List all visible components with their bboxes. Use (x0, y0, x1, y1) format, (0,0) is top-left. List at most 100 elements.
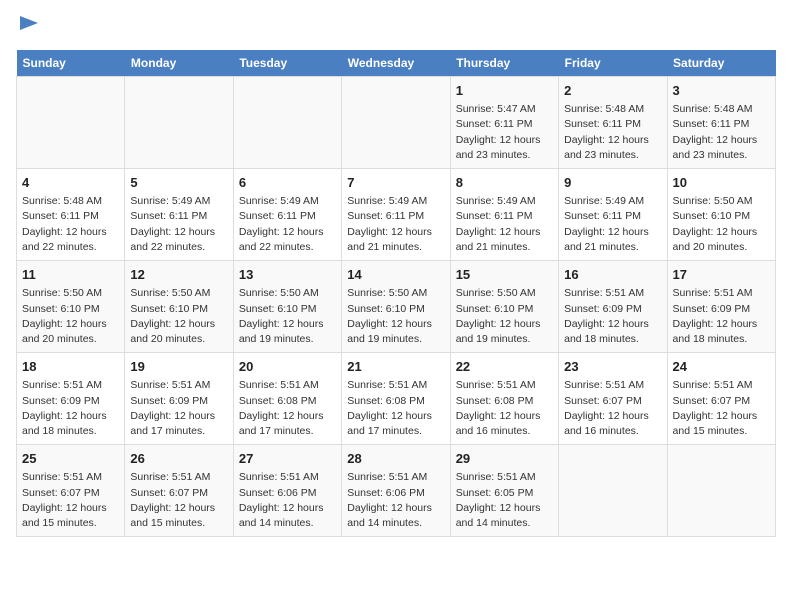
logo-arrow-icon (18, 12, 40, 34)
day-info: Sunrise: 5:51 AM Sunset: 6:09 PM Dayligh… (673, 286, 770, 347)
page-header (16, 16, 776, 38)
day-number: 17 (673, 266, 770, 284)
day-info: Sunrise: 5:51 AM Sunset: 6:09 PM Dayligh… (130, 378, 227, 439)
calendar-cell: 12Sunrise: 5:50 AM Sunset: 6:10 PM Dayli… (125, 261, 233, 353)
day-number: 23 (564, 358, 661, 376)
day-number: 14 (347, 266, 444, 284)
calendar-cell: 9 Sunrise: 5:49 AM Sunset: 6:11 PM Daylig… (559, 169, 667, 261)
day-number: 12 (130, 266, 227, 284)
calendar-cell: 1 Sunrise: 5:47 AM Sunset: 6:11 PM Daylig… (450, 77, 558, 169)
day-number: 16 (564, 266, 661, 284)
day-info: Sunrise: 5:51 AM Sunset: 6:08 PM Dayligh… (347, 378, 444, 439)
calendar-cell: 20 Sunrise: 5:51 AM Sunset: 6:08 PM Dayli… (233, 353, 341, 445)
calendar-cell: 23 Sunrise: 5:51 AM Sunset: 6:07 PM Dayli… (559, 353, 667, 445)
calendar-cell: 11 Sunrise: 5:50 AM Sunset: 6:10 PM Dayli… (17, 261, 125, 353)
day-number: 27 (239, 450, 336, 468)
day-info: Sunrise: 5:50 AM Sunset: 6:10 PM Dayligh… (456, 286, 553, 347)
calendar-cell: 22 Sunrise: 5:51 AM Sunset: 6:08 PM Dayli… (450, 353, 558, 445)
day-info: Sunrise: 5:51 AM Sunset: 6:07 PM Dayligh… (130, 470, 227, 531)
day-number: 29 (456, 450, 553, 468)
logo (16, 16, 40, 38)
day-number: 18 (22, 358, 119, 376)
calendar-cell: 24Sunrise: 5:51 AM Sunset: 6:07 PM Dayli… (667, 353, 775, 445)
weekday-header-friday: Friday (559, 50, 667, 77)
day-info: Sunrise: 5:51 AM Sunset: 6:06 PM Dayligh… (347, 470, 444, 531)
weekday-header-sunday: Sunday (17, 50, 125, 77)
day-number: 7 (347, 174, 444, 192)
calendar-cell: 7 Sunrise: 5:49 AM Sunset: 6:11 PM Daylig… (342, 169, 450, 261)
calendar-cell: 17 Sunrise: 5:51 AM Sunset: 6:09 PM Dayli… (667, 261, 775, 353)
calendar-cell: 3 Sunrise: 5:48 AM Sunset: 6:11 PM Daylig… (667, 77, 775, 169)
day-number: 2 (564, 82, 661, 100)
calendar-cell: 15 Sunrise: 5:50 AM Sunset: 6:10 PM Dayli… (450, 261, 558, 353)
day-info: Sunrise: 5:48 AM Sunset: 6:11 PM Dayligh… (673, 102, 770, 163)
day-number: 20 (239, 358, 336, 376)
day-number: 26 (130, 450, 227, 468)
day-info: Sunrise: 5:50 AM Sunset: 6:10 PM Dayligh… (347, 286, 444, 347)
day-number: 22 (456, 358, 553, 376)
day-info: Sunrise: 5:49 AM Sunset: 6:11 PM Dayligh… (564, 194, 661, 255)
calendar-cell (233, 77, 341, 169)
day-info: Sunrise: 5:50 AM Sunset: 6:10 PM Dayligh… (239, 286, 336, 347)
day-info: Sunrise: 5:51 AM Sunset: 6:07 PM Dayligh… (22, 470, 119, 531)
day-info: Sunrise: 5:49 AM Sunset: 6:11 PM Dayligh… (456, 194, 553, 255)
day-number: 11 (22, 266, 119, 284)
day-info: Sunrise: 5:48 AM Sunset: 6:11 PM Dayligh… (22, 194, 119, 255)
weekday-header-tuesday: Tuesday (233, 50, 341, 77)
day-info: Sunrise: 5:51 AM Sunset: 6:05 PM Dayligh… (456, 470, 553, 531)
calendar-cell: 5 Sunrise: 5:49 AM Sunset: 6:11 PM Daylig… (125, 169, 233, 261)
day-number: 4 (22, 174, 119, 192)
day-info: Sunrise: 5:51 AM Sunset: 6:09 PM Dayligh… (22, 378, 119, 439)
day-info: Sunrise: 5:51 AM Sunset: 6:08 PM Dayligh… (456, 378, 553, 439)
weekday-header-saturday: Saturday (667, 50, 775, 77)
calendar-week-4: 18 Sunrise: 5:51 AM Sunset: 6:09 PM Dayli… (17, 353, 776, 445)
calendar-cell: 29 Sunrise: 5:51 AM Sunset: 6:05 PM Dayli… (450, 445, 558, 537)
calendar-table: SundayMondayTuesdayWednesdayThursdayFrid… (16, 50, 776, 537)
day-number: 10 (673, 174, 770, 192)
calendar-cell (342, 77, 450, 169)
day-info: Sunrise: 5:51 AM Sunset: 6:07 PM Dayligh… (673, 378, 770, 439)
day-info: Sunrise: 5:50 AM Sunset: 6:10 PM Dayligh… (22, 286, 119, 347)
day-number: 3 (673, 82, 770, 100)
day-number: 5 (130, 174, 227, 192)
day-number: 28 (347, 450, 444, 468)
day-info: Sunrise: 5:47 AM Sunset: 6:11 PM Dayligh… (456, 102, 553, 163)
weekday-header-row: SundayMondayTuesdayWednesdayThursdayFrid… (17, 50, 776, 77)
day-info: Sunrise: 5:51 AM Sunset: 6:09 PM Dayligh… (564, 286, 661, 347)
calendar-cell (559, 445, 667, 537)
day-number: 9 (564, 174, 661, 192)
day-number: 25 (22, 450, 119, 468)
calendar-cell: 16 Sunrise: 5:51 AM Sunset: 6:09 PM Dayli… (559, 261, 667, 353)
calendar-cell: 6Sunrise: 5:49 AM Sunset: 6:11 PM Daylig… (233, 169, 341, 261)
calendar-week-1: 1 Sunrise: 5:47 AM Sunset: 6:11 PM Daylig… (17, 77, 776, 169)
calendar-week-5: 25 Sunrise: 5:51 AM Sunset: 6:07 PM Dayli… (17, 445, 776, 537)
calendar-cell: 14 Sunrise: 5:50 AM Sunset: 6:10 PM Dayli… (342, 261, 450, 353)
day-number: 13 (239, 266, 336, 284)
calendar-cell: 19 Sunrise: 5:51 AM Sunset: 6:09 PM Dayli… (125, 353, 233, 445)
day-info: Sunrise: 5:48 AM Sunset: 6:11 PM Dayligh… (564, 102, 661, 163)
calendar-cell: 26 Sunrise: 5:51 AM Sunset: 6:07 PM Dayli… (125, 445, 233, 537)
calendar-cell: 4 Sunrise: 5:48 AM Sunset: 6:11 PM Daylig… (17, 169, 125, 261)
day-info: Sunrise: 5:51 AM Sunset: 6:07 PM Dayligh… (564, 378, 661, 439)
weekday-header-wednesday: Wednesday (342, 50, 450, 77)
day-info: Sunrise: 5:51 AM Sunset: 6:06 PM Dayligh… (239, 470, 336, 531)
calendar-cell: 28 Sunrise: 5:51 AM Sunset: 6:06 PM Dayli… (342, 445, 450, 537)
day-info: Sunrise: 5:49 AM Sunset: 6:11 PM Dayligh… (130, 194, 227, 255)
calendar-cell: 18 Sunrise: 5:51 AM Sunset: 6:09 PM Dayli… (17, 353, 125, 445)
day-number: 1 (456, 82, 553, 100)
day-number: 19 (130, 358, 227, 376)
calendar-cell: 25 Sunrise: 5:51 AM Sunset: 6:07 PM Dayli… (17, 445, 125, 537)
calendar-cell (125, 77, 233, 169)
day-number: 15 (456, 266, 553, 284)
calendar-cell (667, 445, 775, 537)
day-info: Sunrise: 5:51 AM Sunset: 6:08 PM Dayligh… (239, 378, 336, 439)
day-number: 8 (456, 174, 553, 192)
calendar-cell: 27 Sunrise: 5:51 AM Sunset: 6:06 PM Dayli… (233, 445, 341, 537)
calendar-cell (17, 77, 125, 169)
day-number: 21 (347, 358, 444, 376)
calendar-week-2: 4 Sunrise: 5:48 AM Sunset: 6:11 PM Daylig… (17, 169, 776, 261)
weekday-header-thursday: Thursday (450, 50, 558, 77)
calendar-cell: 13 Sunrise: 5:50 AM Sunset: 6:10 PM Dayli… (233, 261, 341, 353)
calendar-cell: 21 Sunrise: 5:51 AM Sunset: 6:08 PM Dayli… (342, 353, 450, 445)
day-info: Sunrise: 5:49 AM Sunset: 6:11 PM Dayligh… (347, 194, 444, 255)
